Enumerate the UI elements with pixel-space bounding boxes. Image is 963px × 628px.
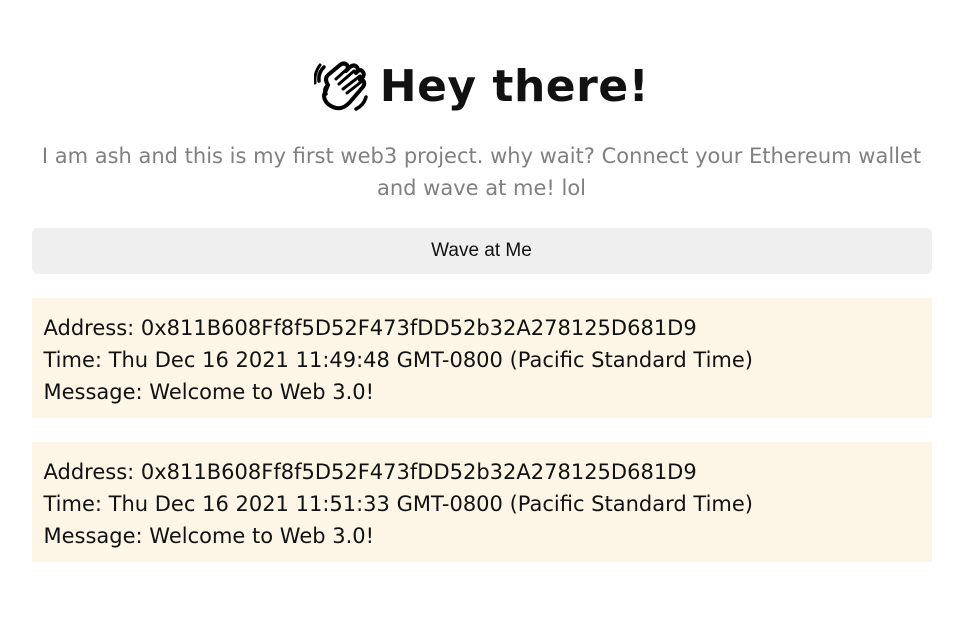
wave-address: Address: 0x811B608Ff8f5D52F473fDD52b32A2… (43, 316, 697, 340)
wave-at-me-button[interactable]: Wave at Me (31, 228, 932, 274)
wave-message: Message: Welcome to Web 3.0! (43, 380, 375, 404)
wave-time: Time: Thu Dec 16 2021 11:49:48 GMT-0800 … (43, 348, 753, 372)
wave-list: Address: 0x811B608Ff8f5D52F473fDD52b32A2… (31, 298, 932, 562)
wave-message: Message: Welcome to Web 3.0! (43, 524, 375, 548)
wave-card: Address: 0x811B608Ff8f5D52F473fDD52b32A2… (31, 442, 932, 562)
waving-hand-icon (313, 57, 370, 117)
page-title: Hey there! (379, 61, 650, 112)
wave-time: Time: Thu Dec 16 2021 11:51:33 GMT-0800 … (43, 492, 753, 516)
wave-card: Address: 0x811B608Ff8f5D52F473fDD52b32A2… (31, 298, 932, 418)
main-container: Hey there! I am ash and this is my first… (31, 0, 932, 562)
page-header: Hey there! (32, 56, 932, 118)
wave-address: Address: 0x811B608Ff8f5D52F473fDD52b32A2… (43, 460, 697, 484)
bio-text: I am ash and this is my first web3 proje… (41, 144, 922, 200)
